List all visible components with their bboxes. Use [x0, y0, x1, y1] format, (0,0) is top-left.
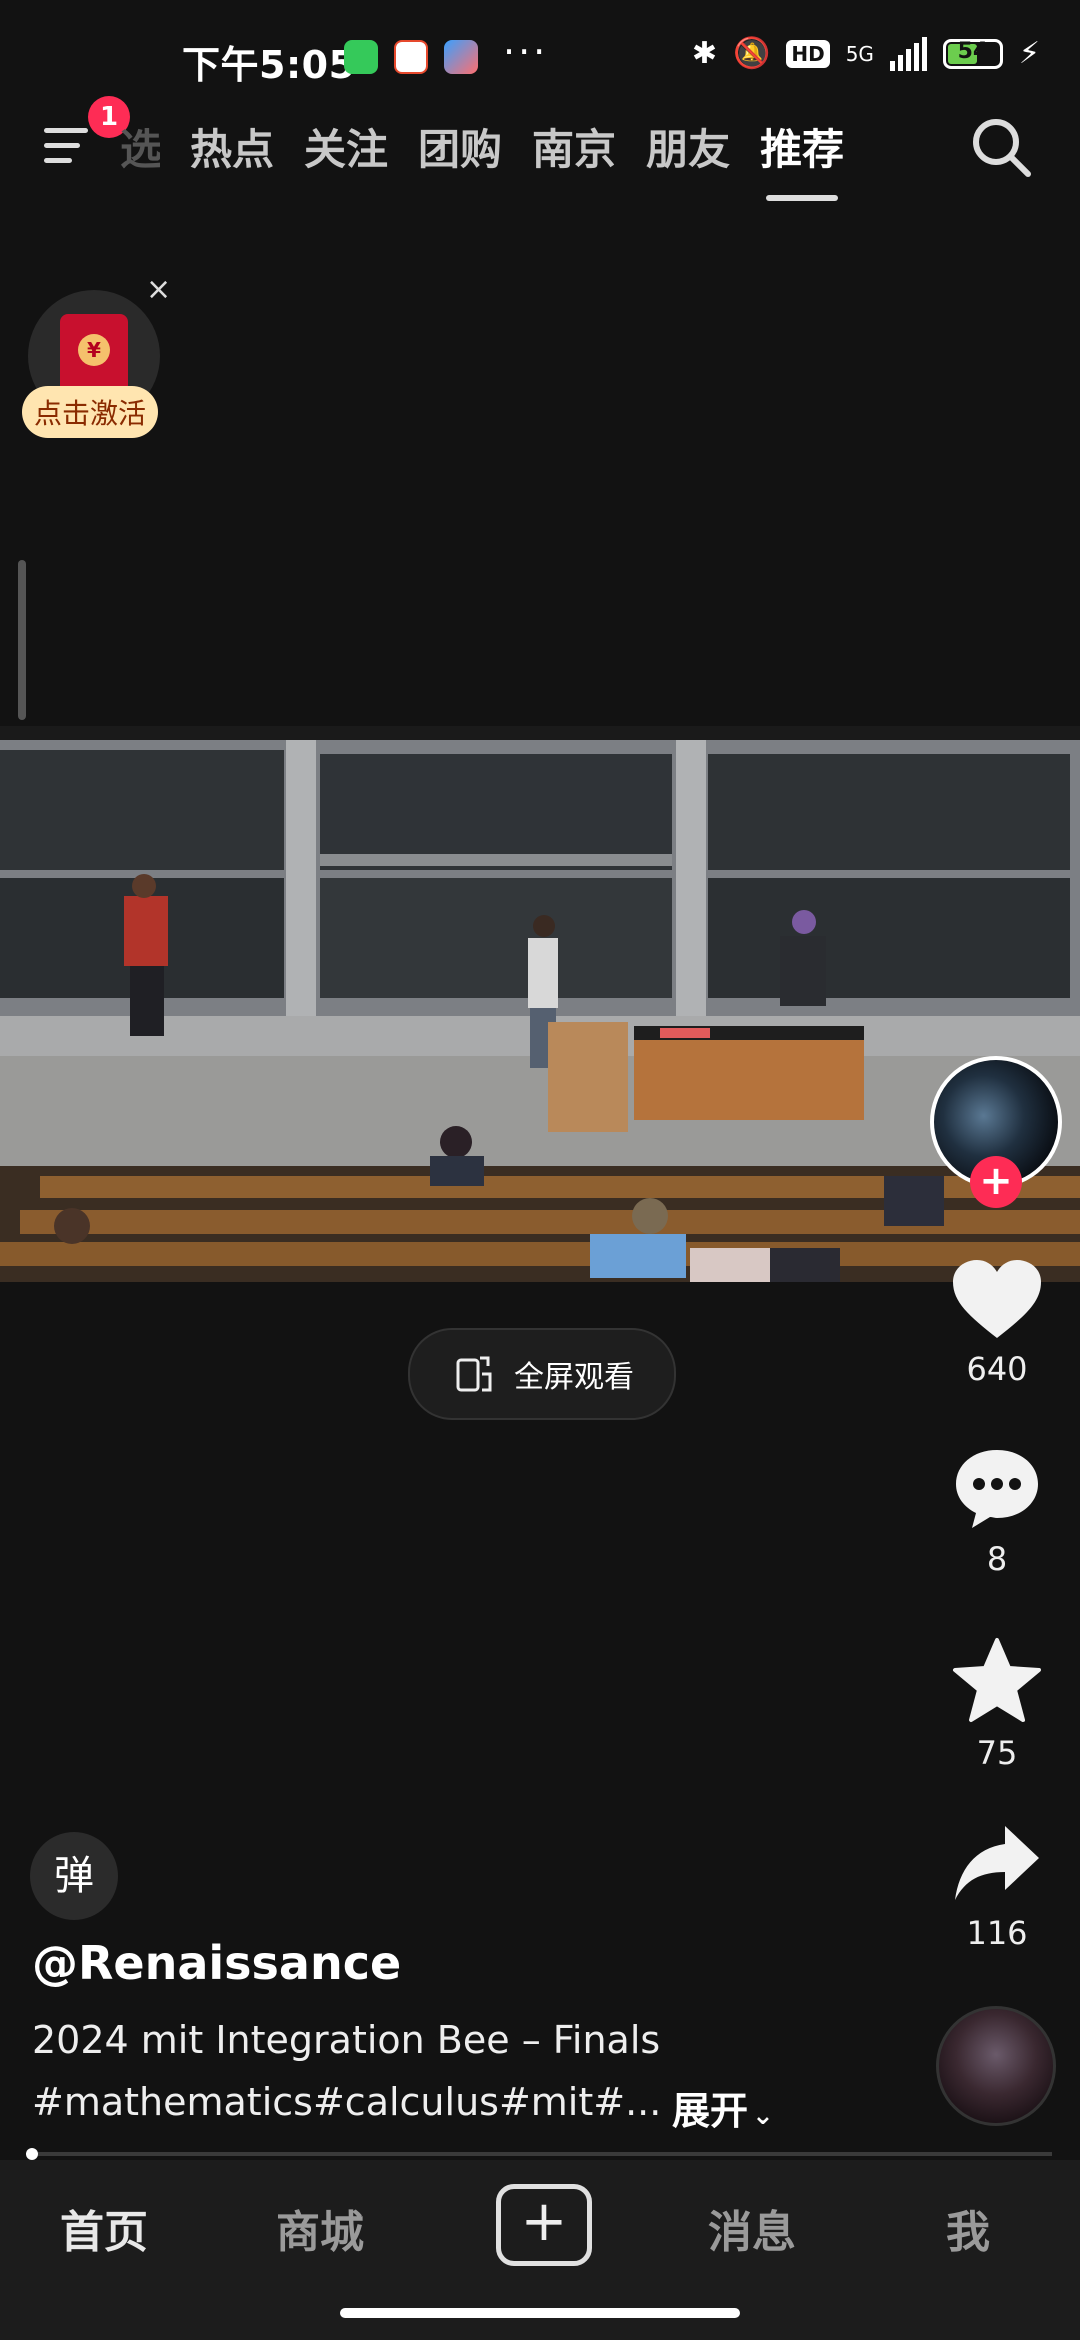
- share-count: 116: [966, 1914, 1028, 1952]
- tab-hot[interactable]: 热点: [190, 116, 274, 177]
- battery-icon: 54: [942, 38, 1003, 69]
- star-icon: [953, 1638, 1041, 1722]
- home-indicator[interactable]: [340, 2308, 740, 2318]
- top-tabs: 选 热点 关注 团购 南京 朋友 推荐: [120, 116, 844, 201]
- heart-icon: [953, 1260, 1041, 1338]
- network-type: 5G: [845, 41, 874, 66]
- search-icon[interactable]: [968, 114, 1036, 182]
- favorite-count: 75: [976, 1734, 1018, 1772]
- video-title: 2024 mit Integration Bee – Finals: [32, 2018, 661, 2062]
- tab-following[interactable]: 关注: [304, 116, 388, 177]
- tab-nanjing[interactable]: 南京: [532, 116, 616, 177]
- charging-icon: ⚡: [1018, 36, 1040, 71]
- nav-me[interactable]: 我: [946, 2196, 990, 2260]
- share-button[interactable]: 116: [940, 1822, 1054, 1952]
- tab-partial[interactable]: 选: [120, 116, 160, 177]
- status-bar: 下午5:05 ··· ✱ 🔕 HD 5G 54 ⚡: [0, 0, 1080, 118]
- comment-icon: [956, 1450, 1038, 1528]
- nav-mall[interactable]: 商城: [276, 2196, 364, 2260]
- share-arrow-icon: [955, 1826, 1039, 1900]
- video-hashtags[interactable]: #mathematics#calculus#mit#...: [32, 2080, 661, 2124]
- video-frame-lecture-hall: [0, 726, 1080, 1282]
- comment-button[interactable]: 8: [940, 1446, 1054, 1578]
- fullscreen-button[interactable]: 全屏观看: [408, 1328, 676, 1420]
- close-icon[interactable]: ×: [146, 272, 171, 307]
- progress-knob[interactable]: [26, 2148, 38, 2160]
- 58-app-notification-icon: [394, 40, 428, 74]
- chevron-down-icon: ⌄: [752, 2101, 774, 2131]
- nav-home[interactable]: 首页: [60, 2196, 148, 2260]
- hd-badge: HD: [786, 39, 830, 68]
- follow-button[interactable]: +: [970, 1156, 1022, 1208]
- mute-bell-icon: 🔕: [732, 36, 771, 71]
- activate-label[interactable]: 点击激活: [22, 386, 159, 438]
- nav-messages[interactable]: 消息: [708, 2196, 796, 2260]
- bluetooth-icon: ✱: [691, 36, 717, 71]
- tab-recommend[interactable]: 推荐: [760, 116, 844, 201]
- music-disc-icon[interactable]: [936, 2006, 1056, 2126]
- tab-group-buy[interactable]: 团购: [418, 116, 502, 177]
- comment-count: 8: [986, 1540, 1008, 1578]
- battery-percent: 54: [957, 38, 989, 64]
- scroll-indicator: [18, 560, 26, 720]
- wechat-notification-icon: [344, 40, 378, 74]
- status-icons: ✱ 🔕 HD 5G 54 ⚡: [692, 36, 1040, 71]
- coin-icon: ¥: [78, 334, 110, 366]
- author-name[interactable]: @Renaissance: [32, 1936, 401, 1990]
- like-count: 640: [966, 1350, 1028, 1388]
- video-progress-bar[interactable]: [28, 2152, 1052, 2156]
- more-notifications-icon: ···: [503, 30, 549, 74]
- add-video-button[interactable]: +: [496, 2184, 592, 2266]
- like-button[interactable]: 640: [940, 1258, 1054, 1388]
- danmu-toggle-button[interactable]: 弹: [30, 1832, 118, 1920]
- fullscreen-rotate-icon: [456, 1356, 492, 1392]
- status-time: 下午5:05: [182, 43, 356, 87]
- expand-button[interactable]: 展开 ⌄: [672, 2080, 774, 2135]
- signal-icon: [889, 36, 927, 71]
- fullscreen-label: 全屏观看: [514, 1360, 634, 1395]
- video-player[interactable]: [0, 726, 1080, 1282]
- app-notification-icon: [444, 40, 478, 74]
- tab-friends[interactable]: 朋友: [646, 116, 730, 177]
- favorite-button[interactable]: 75: [940, 1636, 1054, 1772]
- expand-label: 展开: [672, 2089, 749, 2133]
